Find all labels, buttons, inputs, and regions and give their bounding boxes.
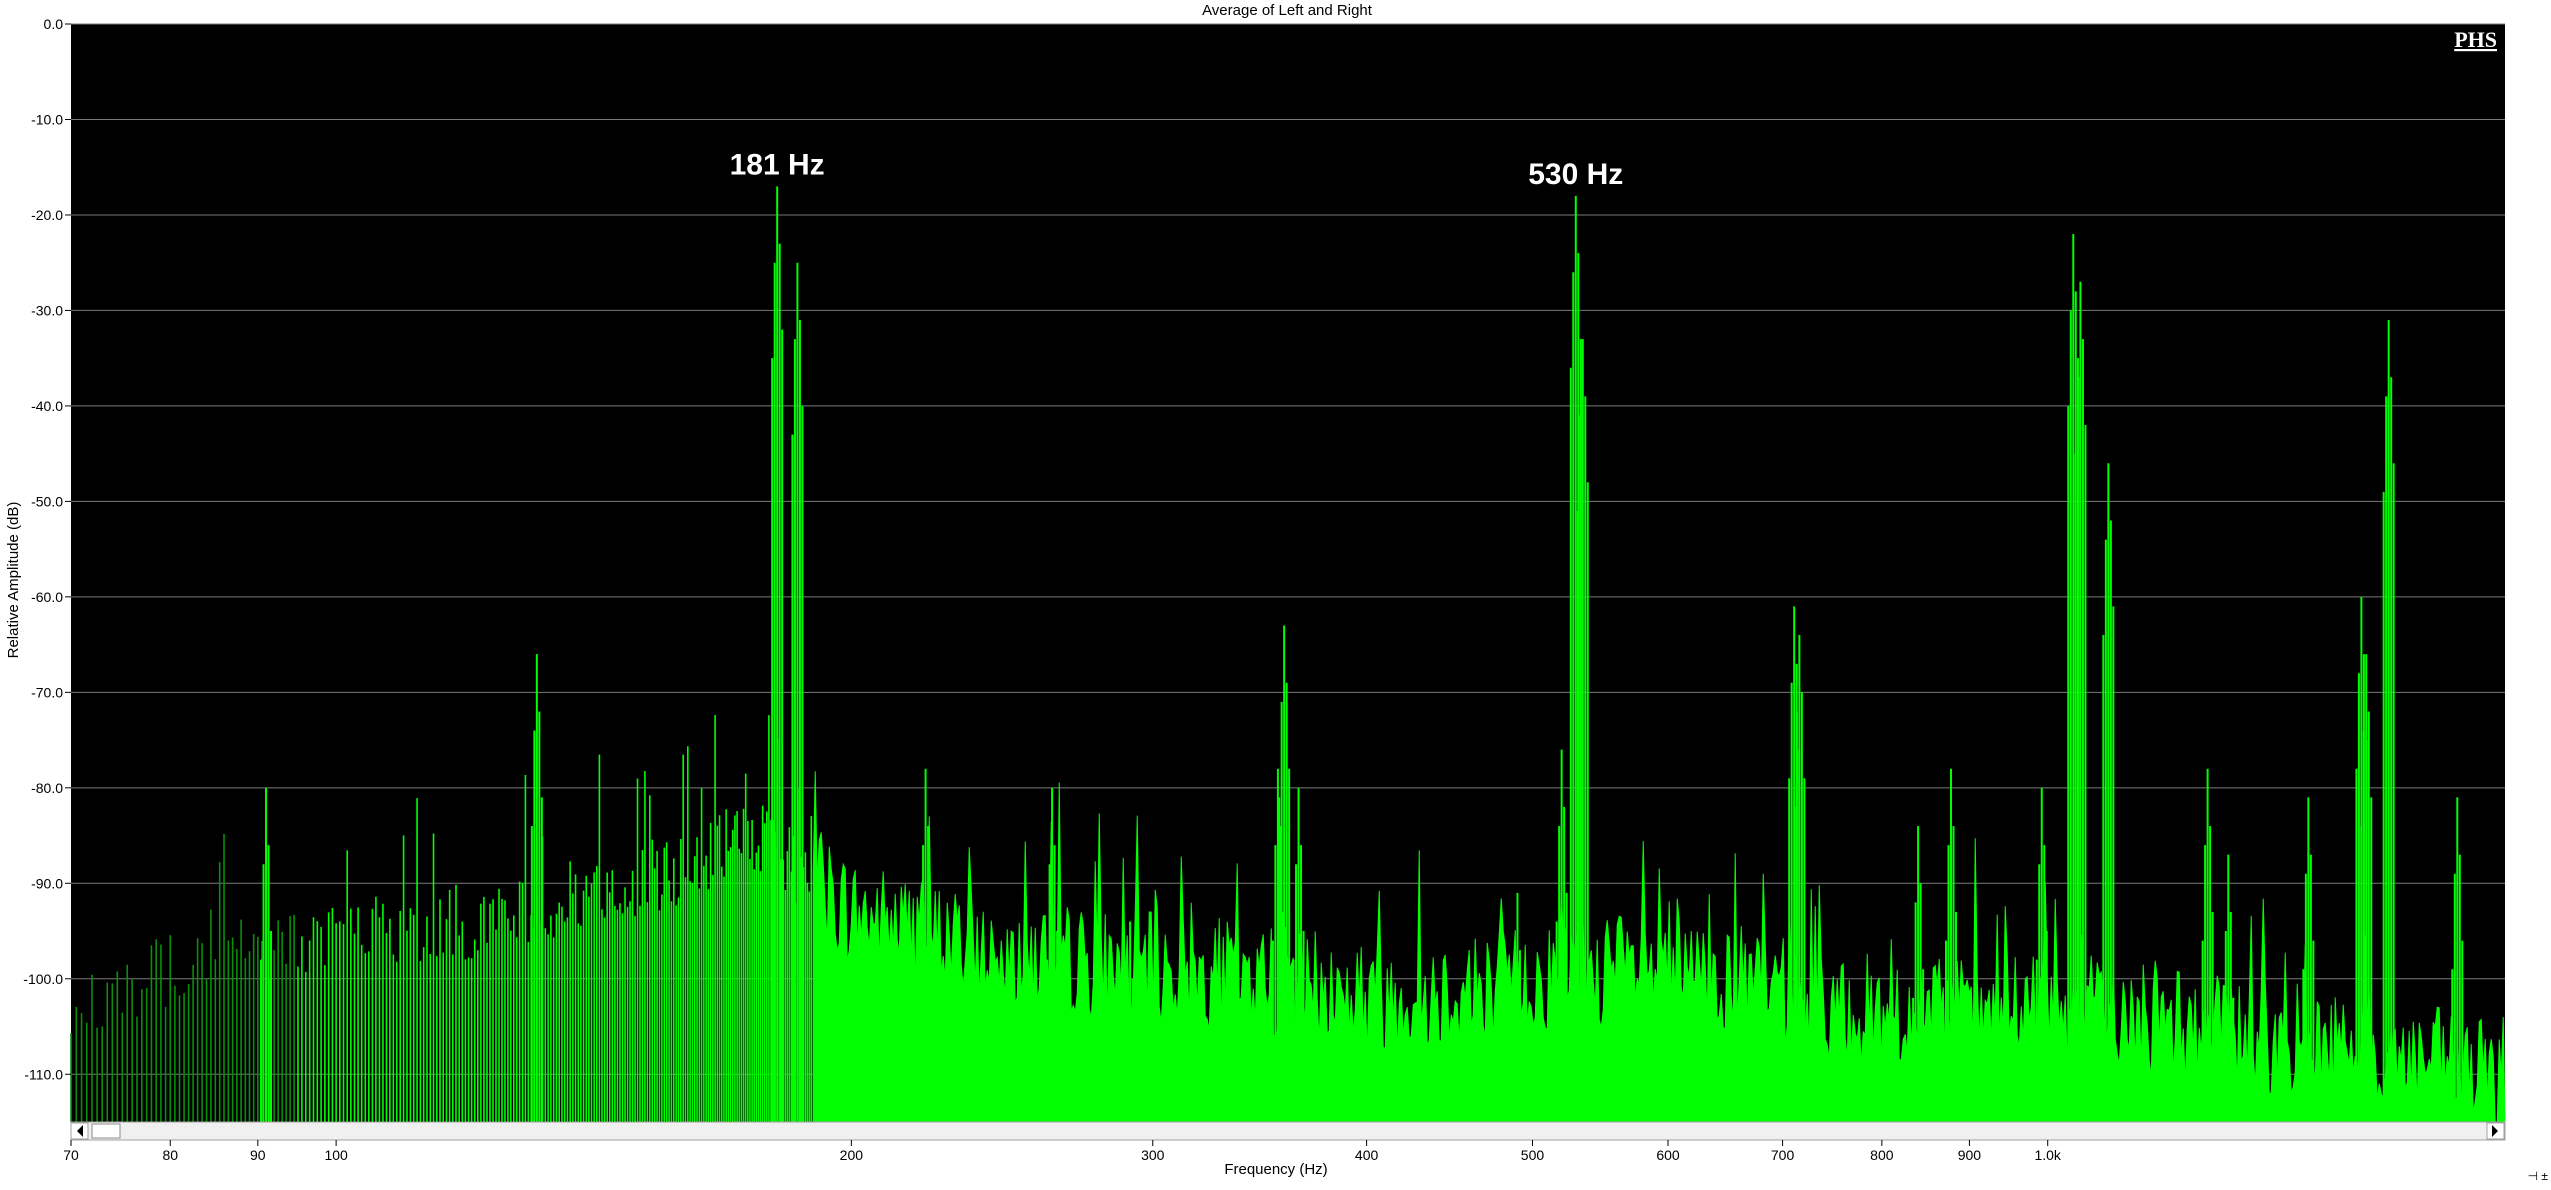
spectrum-chart: Average of Left and Right 181 Hz 530 Hz P… (0, 0, 2551, 1185)
x-tick-label: 1.0k (2034, 1147, 2061, 1163)
x-tick-label: 700 (1771, 1147, 1795, 1163)
y-tick-label: 0.0 (44, 16, 64, 32)
x-tick-label: 600 (1656, 1147, 1680, 1163)
y-tick-label: -110.0 (24, 1066, 63, 1082)
y-tick-label: -10.0 (31, 111, 63, 127)
y-tick-label: -70.0 (31, 684, 63, 700)
corner-resize-icons[interactable]: ⊣ ± (2528, 1169, 2549, 1183)
scrollbar-thumb[interactable] (91, 1123, 121, 1139)
y-tick-label: -60.0 (31, 589, 63, 605)
y-tick-label: -30.0 (31, 302, 63, 318)
x-tick-label: 90 (250, 1147, 266, 1163)
x-tick-label: 200 (840, 1147, 864, 1163)
plot-area: 181 Hz 530 Hz PHS (70, 23, 2506, 1123)
x-tick-label: 80 (162, 1147, 178, 1163)
scrollbar-track[interactable] (70, 1121, 2506, 1141)
peak-label: 530 Hz (1528, 158, 1623, 191)
x-tick-label: 100 (324, 1147, 348, 1163)
y-tick-label: -90.0 (31, 875, 63, 891)
y-tick-label: -50.0 (31, 493, 63, 509)
y-tick-label: -40.0 (31, 398, 63, 414)
x-tick-label: 300 (1141, 1147, 1165, 1163)
x-tick-label: 400 (1355, 1147, 1379, 1163)
y-tick-label: -100.0 (23, 971, 63, 987)
spectrum-window: Average of Left and Right 181 Hz 530 Hz P… (0, 0, 2551, 1185)
horizontal-scrollbar[interactable] (70, 1121, 2506, 1141)
peak-label: 181 Hz (730, 148, 825, 181)
y-tick-label: -20.0 (31, 207, 63, 223)
x-tick-label: 500 (1521, 1147, 1545, 1163)
x-tick-label: 900 (1958, 1147, 1982, 1163)
y-tick-label: -80.0 (31, 780, 63, 796)
chart-title: Average of Left and Right (1202, 2, 1373, 19)
x-axis-label: Frequency (Hz) (1224, 1161, 1327, 1178)
phs-logo: PHS (2454, 27, 2497, 52)
y-axis-label: Relative Amplitude (dB) (5, 502, 22, 659)
x-tick-label: 800 (1870, 1147, 1894, 1163)
x-tick-label: 70 (63, 1147, 79, 1163)
